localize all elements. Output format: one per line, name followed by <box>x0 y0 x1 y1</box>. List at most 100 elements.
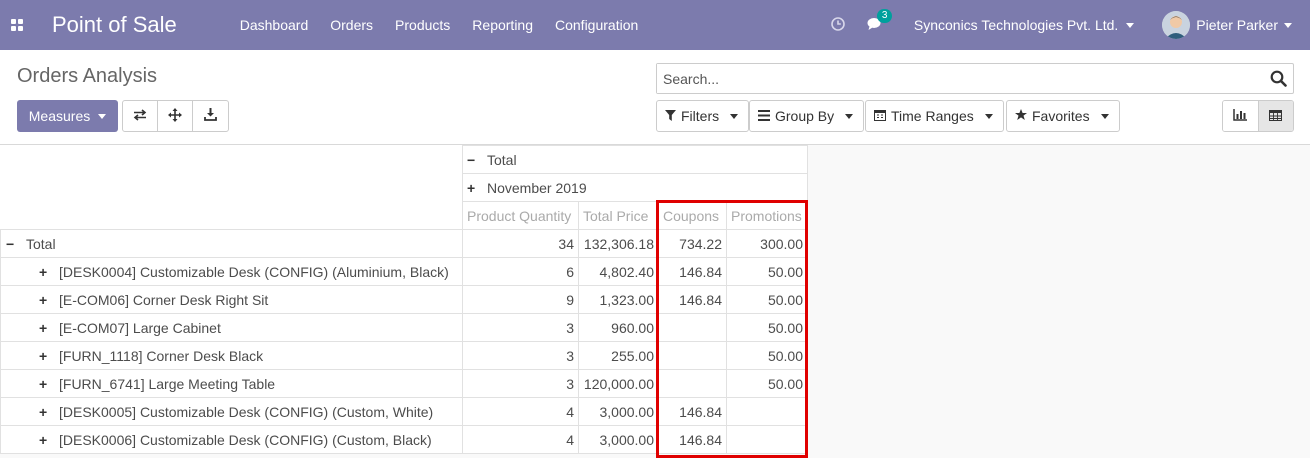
bar-chart-icon <box>1233 108 1248 124</box>
company-name: Synconics Technologies Pvt. Ltd. <box>913 17 1119 33</box>
download-icon <box>204 108 217 124</box>
measure-header-quantity[interactable]: Product Quantity <box>462 201 579 230</box>
cell-total-price: 960.00 <box>578 313 659 342</box>
pivot-content: − Total + November 2019 Product Quantity T… <box>0 145 1310 458</box>
flip-axis-button[interactable] <box>123 101 158 131</box>
cell-promotions: 50.00 <box>726 313 808 342</box>
row-label: [DESK0004] Customizable Desk (CONFIG) (A… <box>59 263 449 280</box>
table-row: + [DESK0006] Customizable Desk (CONFIG) (… <box>0 425 808 454</box>
row-label: [FURN_1118] Corner Desk Black <box>59 347 264 364</box>
table-grid-icon <box>1269 108 1283 124</box>
plus-icon: + <box>39 403 48 420</box>
measure-header-coupons[interactable]: Coupons <box>658 201 727 230</box>
expand-all-button[interactable] <box>158 101 193 131</box>
menu-products[interactable]: Products <box>384 17 461 33</box>
row-label: [FURN_6741] Large Meeting Table <box>59 375 276 392</box>
menu-configuration[interactable]: Configuration <box>544 17 649 33</box>
search-input[interactable] <box>657 64 1257 93</box>
row-header[interactable]: + [E-COM06] Corner Desk Right Sit <box>0 285 463 314</box>
plus-icon: + <box>39 431 48 448</box>
app-brand[interactable]: Point of Sale <box>52 12 177 38</box>
plus-icon: + <box>39 319 48 336</box>
favorites-dropdown-button[interactable]: Favorites <box>1006 100 1120 132</box>
minus-icon: − <box>467 151 476 168</box>
caret-down-icon <box>98 113 107 119</box>
measure-header-promotions[interactable]: Promotions <box>726 201 808 230</box>
cell-quantity: 3 <box>462 341 579 370</box>
row-header[interactable]: + [FURN_1118] Corner Desk Black <box>0 341 463 370</box>
caret-down-icon <box>984 113 993 119</box>
activity-clock-icon[interactable] <box>831 16 845 34</box>
table-row: + [E-COM06] Corner Desk Right Sit 9 1,323… <box>0 285 808 314</box>
plus-icon: + <box>39 291 48 308</box>
cell-total-price: 4,802.40 <box>578 257 659 286</box>
pivot-corner-cell <box>0 145 463 230</box>
arrows-move-icon <box>168 107 182 125</box>
col-header-month[interactable]: + November 2019 <box>462 173 808 202</box>
row-header[interactable]: + [DESK0005] Customizable Desk (CONFIG) (… <box>0 397 463 426</box>
row-label: [E-COM07] Large Cabinet <box>59 319 221 336</box>
cell-total-price: 120,000.00 <box>578 369 659 398</box>
plus-icon: + <box>39 263 48 280</box>
bars-icon <box>758 108 770 124</box>
graph-view-button[interactable] <box>1223 101 1258 131</box>
cell-promotions: 50.00 <box>726 257 808 286</box>
cell-promotions <box>726 425 808 454</box>
measures-dropdown-button[interactable]: Measures <box>17 100 118 132</box>
row-header-total[interactable]: − Total <box>0 229 463 258</box>
col-header-total[interactable]: − Total <box>462 145 808 174</box>
pivot-view-button[interactable] <box>1257 101 1293 131</box>
cell-total-price: 1,323.00 <box>578 285 659 314</box>
cell-total-price: 255.00 <box>578 341 659 370</box>
exchange-arrows-icon <box>133 108 147 124</box>
chat-count-badge: 3 <box>876 8 893 23</box>
pivot-table: − Total + November 2019 Product Quantity T… <box>0 145 808 454</box>
cell-promotions: 50.00 <box>726 341 808 370</box>
caret-down-icon <box>1284 22 1292 28</box>
menu-reporting[interactable]: Reporting <box>461 17 544 33</box>
row-header[interactable]: + [E-COM07] Large Cabinet <box>0 313 463 342</box>
menu-orders[interactable]: Orders <box>319 17 384 33</box>
row-header[interactable]: + [DESK0004] Customizable Desk (CONFIG) (… <box>0 257 463 286</box>
user-menu[interactable]: Pieter Parker <box>1162 11 1292 39</box>
cell-quantity: 3 <box>462 369 579 398</box>
pivot-actions-group <box>122 100 229 132</box>
menu-dashboard[interactable]: Dashboard <box>229 17 320 33</box>
measures-label: Measures <box>28 108 91 124</box>
row-header[interactable]: + [FURN_6741] Large Meeting Table <box>0 369 463 398</box>
messaging-menu[interactable]: 3 <box>867 8 893 34</box>
view-switcher <box>1222 100 1294 132</box>
filter-funnel-icon <box>665 108 676 124</box>
table-row: + [E-COM07] Large Cabinet 3 960.00 50.00 <box>0 313 808 342</box>
control-panel: Orders Analysis Measures Search... Filte… <box>0 50 1310 145</box>
page-title: Orders Analysis <box>17 65 158 87</box>
star-icon <box>1015 108 1027 124</box>
search-icon[interactable] <box>1270 70 1287 90</box>
calendar-icon <box>874 108 886 124</box>
filters-label: Filters <box>681 108 720 124</box>
plus-icon: + <box>39 347 48 364</box>
favorites-label: Favorites <box>1032 108 1090 124</box>
cell-coupons <box>658 341 727 370</box>
row-header-total-label: Total <box>26 235 56 252</box>
cell-promotions: 50.00 <box>726 285 808 314</box>
col-header-total-label: Total <box>487 151 517 168</box>
measure-header-total-price[interactable]: Total Price <box>578 201 659 230</box>
filters-dropdown-button[interactable]: Filters <box>656 100 750 132</box>
minus-icon: − <box>6 235 15 252</box>
download-button[interactable] <box>193 101 228 131</box>
plus-icon: + <box>39 375 48 392</box>
timeranges-dropdown-button[interactable]: Time Ranges <box>865 100 1004 132</box>
apps-grid-icon[interactable] <box>0 0 34 50</box>
cell-total-price: 132,306.18 <box>578 229 659 258</box>
company-switcher[interactable]: Synconics Technologies Pvt. Ltd. <box>913 17 1135 33</box>
table-row: + [DESK0004] Customizable Desk (CONFIG) (… <box>0 257 808 286</box>
table-row: + [DESK0005] Customizable Desk (CONFIG) (… <box>0 397 808 426</box>
groupby-dropdown-button[interactable]: Group By <box>749 100 865 132</box>
row-header[interactable]: + [DESK0006] Customizable Desk (CONFIG) (… <box>0 425 463 454</box>
col-header-month-label: November 2019 <box>487 179 587 196</box>
cell-coupons: 734.22 <box>658 229 727 258</box>
cell-total-price: 3,000.00 <box>578 397 659 426</box>
cell-quantity: 3 <box>462 313 579 342</box>
cell-promotions <box>726 397 808 426</box>
